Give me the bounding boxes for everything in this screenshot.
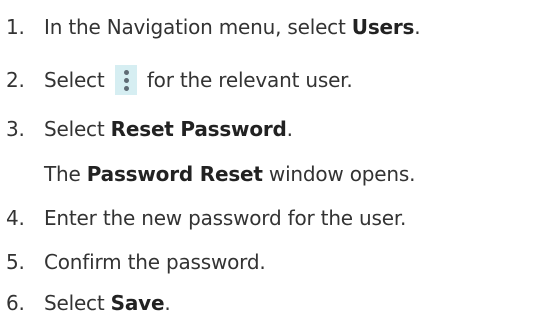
step-6: 6. Select Save. <box>6 290 171 316</box>
step-number: 1. <box>6 15 25 39</box>
note-text: The <box>44 162 87 186</box>
step-text-end: for the relevant user. <box>140 68 353 92</box>
step-text: In the Navigation menu, select <box>44 15 352 39</box>
step-3-result-note: The Password Reset window opens. <box>44 161 415 187</box>
save-ref: Save <box>110 291 165 315</box>
note-text-end: window opens. <box>262 162 416 186</box>
password-reset-window-ref: Password Reset <box>86 162 263 186</box>
step-number: 4. <box>6 206 25 230</box>
step-5: 5. Confirm the password. <box>6 249 266 275</box>
step-3: 3. Select Reset Password. <box>6 116 293 142</box>
step-number: 3. <box>6 117 25 141</box>
step-1: 1. In the Navigation menu, select Users. <box>6 14 421 40</box>
users-menu-item-ref: Users <box>351 15 415 39</box>
step-2: 2. Select for the relevant user. <box>6 65 353 95</box>
step-text: Confirm the password. <box>44 250 266 274</box>
step-4: 4. Enter the new password for the user. <box>6 205 406 231</box>
step-text: Enter the new password for the user. <box>44 206 407 230</box>
step-text: Select <box>44 117 111 141</box>
more-vertical-icon <box>114 65 137 95</box>
step-number: 5. <box>6 250 25 274</box>
step-number: 6. <box>6 291 25 315</box>
step-text: Select <box>44 291 111 315</box>
step-text: Select <box>44 68 111 92</box>
reset-password-ref: Reset Password <box>110 117 287 141</box>
procedure-steps: 1. In the Navigation menu, select Users. … <box>0 0 548 315</box>
step-text-end: . <box>414 15 421 39</box>
step-text-end: . <box>164 291 171 315</box>
step-number: 2. <box>6 68 25 92</box>
step-text-end: . <box>286 117 293 141</box>
